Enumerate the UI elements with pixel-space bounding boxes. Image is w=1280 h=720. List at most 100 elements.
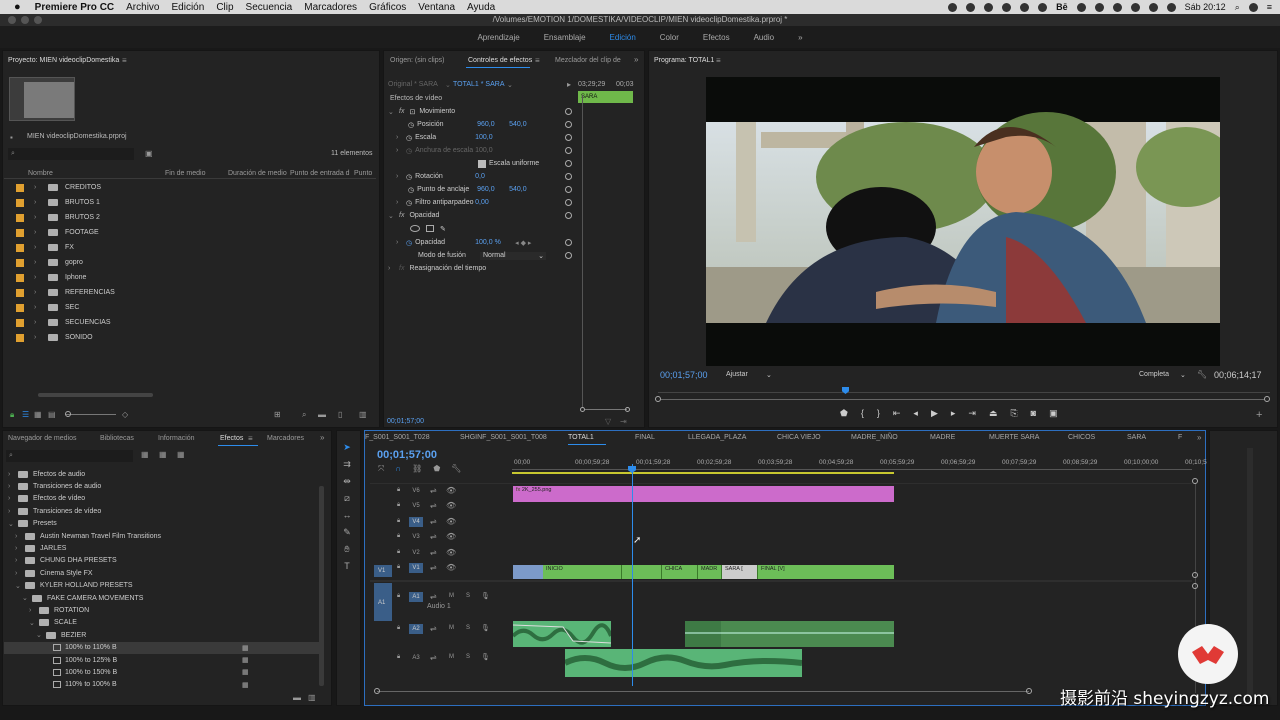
ec-row-opacidad[interactable]: › ◷ Opacidad 100,0 % ◂ ◆ ▸ <box>388 236 578 249</box>
tab-sequence[interactable]: MADRE_NIÑO <box>851 434 898 441</box>
solo-button[interactable]: S <box>466 593 470 599</box>
mark-out-icon[interactable]: } <box>877 408 880 422</box>
track-select-tool-icon[interactable]: ⇉ <box>341 459 353 469</box>
track-lock-icon[interactable]: 🔒︎ <box>397 518 400 525</box>
timeline-vscroll-handle[interactable] <box>1192 572 1198 578</box>
track-target[interactable]: V4 <box>409 517 423 527</box>
behance-icon[interactable]: Bē <box>1056 2 1068 12</box>
clip-chica[interactable]: CHICA <box>661 565 697 579</box>
ec-value-filtro[interactable]: 0,00 <box>475 199 489 206</box>
track-target[interactable]: A3 <box>409 653 423 663</box>
lock-icon[interactable]: 🔒︎ <box>10 410 14 420</box>
zoom-window-button[interactable] <box>34 16 42 24</box>
ec-row-anclaje[interactable]: ◷ Punto de anclaje 960,0 540,0 <box>388 183 578 196</box>
sort-icon[interactable]: ◇ <box>122 410 128 419</box>
stopwatch-icon[interactable]: ◷ <box>406 173 412 181</box>
source-patch-v1[interactable]: V1 <box>374 565 392 577</box>
uniform-scale-checkbox[interactable] <box>478 159 486 168</box>
menu-graficos[interactable]: Gráficos <box>369 2 406 13</box>
project-bin-row[interactable]: › FX <box>4 240 374 255</box>
add-button-icon[interactable]: + <box>1256 409 1262 421</box>
nest-icon[interactable]: ⤧ <box>378 464 384 474</box>
effects-tree-item[interactable]: › ROTATION <box>4 604 319 616</box>
sync-lock-icon[interactable]: ⇌ <box>430 563 437 572</box>
label-color-swatch[interactable] <box>16 243 24 252</box>
label-color-swatch[interactable] <box>16 183 24 192</box>
panel-menu-icon[interactable]: ≡ <box>716 56 721 65</box>
sync-lock-icon[interactable]: ⇌ <box>430 592 437 601</box>
tab-sequence[interactable]: F_S001_S001_T028 <box>365 434 430 441</box>
clip-v1-mid[interactable] <box>621 565 661 579</box>
chevron-right-icon[interactable]: › <box>34 274 40 281</box>
effects-tree-item[interactable]: ⌄ SCALE <box>4 617 319 629</box>
delete-icon[interactable]: ▥ <box>359 410 367 419</box>
freeform-view-icon[interactable]: ▤ <box>48 410 56 419</box>
reset-icon[interactable] <box>565 108 572 115</box>
zoom-select[interactable]: Ajustar <box>726 371 748 378</box>
project-bin-row[interactable]: › CREDITOS <box>4 180 374 195</box>
effects-tree-item[interactable]: › Cinema Style FX <box>4 567 319 579</box>
mute-button[interactable]: M <box>449 654 454 660</box>
audio-clip-a2-2[interactable] <box>685 621 894 647</box>
reset-icon[interactable] <box>565 199 572 206</box>
mute-button[interactable]: M <box>449 593 454 599</box>
chevron-right-icon[interactable]: › <box>8 508 14 515</box>
source-patch-a1[interactable]: A1 <box>374 583 392 621</box>
workspace-color[interactable]: Color <box>648 33 691 42</box>
list-view-icon[interactable]: ☰ <box>22 410 29 419</box>
close-window-button[interactable] <box>8 16 16 24</box>
eye-icon[interactable]: 👁︎ <box>446 517 456 526</box>
tab-sequence[interactable]: LLEGADA_PLAZA <box>688 434 746 441</box>
tab-marcadores[interactable]: Marcadores <box>267 435 304 442</box>
col-fin-medio[interactable]: Fin de medio <box>165 170 205 177</box>
tab-sequence[interactable]: MUERTE SARA <box>989 434 1039 441</box>
chevron-right-icon[interactable]: › <box>34 289 40 296</box>
user-avatar[interactable] <box>1248 2 1258 12</box>
minimize-window-button[interactable] <box>21 16 29 24</box>
go-to-out-icon[interactable]: ⇥ <box>968 408 976 422</box>
tab-informacion[interactable]: Información <box>158 435 195 442</box>
audio-clip-a3[interactable] <box>563 649 803 677</box>
blend-mode-select[interactable]: Normal ⌄ <box>480 251 546 260</box>
comparison-view-icon[interactable]: ▣ <box>1049 408 1058 422</box>
effects-tree-item[interactable]: › Transiciones de vídeo <box>4 505 319 517</box>
sync-lock-icon[interactable]: ⇌ <box>430 653 437 662</box>
label-color-swatch[interactable] <box>16 228 24 237</box>
show-timeline-icon[interactable]: ▸ <box>567 80 571 89</box>
ec-row-posicion[interactable]: ◷ Posición 960,0 540,0 <box>388 118 578 131</box>
ellipse-mask-icon[interactable] <box>410 225 420 232</box>
tab-sequence[interactable]: SHGINF_S001_S001_T008 <box>460 434 547 441</box>
project-bin-row[interactable]: › SEC <box>4 300 374 315</box>
pen-mask-icon[interactable]: ✎ <box>440 225 446 233</box>
project-bin-row[interactable]: › gopro <box>4 255 374 270</box>
workspace-audio[interactable]: Audio <box>742 33 786 42</box>
effects-tree-item[interactable]: › JARLES <box>4 542 319 554</box>
panel-menu-icon[interactable]: ≡ <box>535 56 540 65</box>
ec-row-uniforme[interactable]: Escala uniforme <box>388 157 578 170</box>
col-duracion[interactable]: Duración de medio <box>228 170 287 177</box>
ec-value-pos-y[interactable]: 540,0 <box>509 121 527 128</box>
effects-search-input[interactable]: ⌕ <box>6 450 133 462</box>
ec-zoom-bar[interactable] <box>585 409 627 410</box>
track-lock-icon[interactable]: 🔒︎ <box>397 654 400 661</box>
menu-marcadores[interactable]: Marcadores <box>304 2 357 13</box>
workspace-edicion[interactable]: Edición <box>598 33 648 42</box>
razor-tool-icon[interactable]: ⧄ <box>341 493 353 503</box>
sequence-clip-label[interactable]: TOTAL1 * SARA <box>453 81 504 88</box>
chevron-right-icon[interactable]: › <box>34 319 40 326</box>
effects-tree-item[interactable]: ⌄ Presets <box>4 518 319 530</box>
ec-value-anc-y[interactable]: 540,0 <box>509 186 527 193</box>
sync-icon[interactable] <box>1020 2 1030 12</box>
label-color-swatch[interactable] <box>16 213 24 222</box>
track-target[interactable]: A1 <box>409 592 423 602</box>
new-bin-search-icon[interactable]: ▣ <box>145 149 153 158</box>
ec-row-fusion[interactable]: Modo de fusión Normal ⌄ <box>388 249 578 262</box>
tab-navegador-medios[interactable]: Navegador de medios <box>8 435 77 442</box>
type-tool-icon[interactable]: T <box>341 561 353 571</box>
solo-button[interactable]: S <box>466 654 470 660</box>
step-back-icon[interactable]: ◂ <box>913 408 918 422</box>
master-clip-label[interactable]: Original * SARA <box>388 81 438 88</box>
info-icon[interactable] <box>984 2 994 12</box>
menu-ayuda[interactable]: Ayuda <box>467 2 495 13</box>
timeline-hscroll-handle[interactable] <box>1026 688 1032 694</box>
